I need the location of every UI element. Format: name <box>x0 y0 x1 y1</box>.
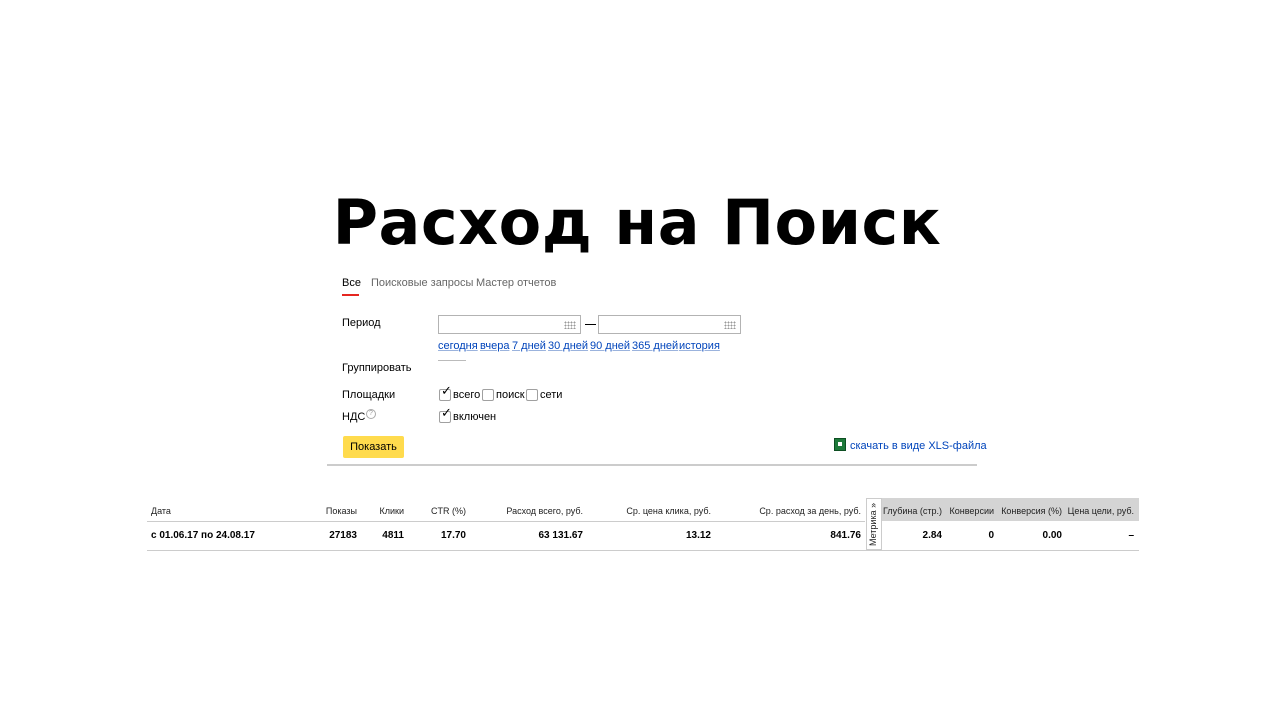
xls-download-label: скачать в виде XLS-файла <box>850 440 987 452</box>
cell-depth: 2.84 <box>922 530 942 541</box>
slide-title: Расход на Поиск <box>332 186 942 259</box>
period-to-input[interactable] <box>598 315 741 334</box>
cell-avg-daily: 841.76 <box>830 530 861 541</box>
table-header-divider <box>147 521 865 522</box>
active-tab-indicator <box>342 294 359 296</box>
col-header-ctr[interactable]: CTR (%) <box>410 506 466 516</box>
xls-download-link[interactable]: скачать в виде XLS-файла <box>834 438 987 452</box>
tab-all[interactable]: Все <box>342 277 361 289</box>
tab-report-wizard[interactable]: Мастер отчетов <box>476 277 556 289</box>
checkmark-icon: ✓ <box>441 384 452 399</box>
checkbox-search-label: поиск <box>496 389 525 401</box>
cell-impressions: 27183 <box>329 530 357 541</box>
cell-ctr: 17.70 <box>440 530 466 541</box>
col-header-clicks[interactable]: Клики <box>360 506 405 516</box>
preset-history[interactable]: история <box>679 340 720 352</box>
preset-90-days[interactable]: 90 дней <box>590 340 630 352</box>
preset-365-days[interactable]: 365 дней <box>632 340 678 352</box>
platforms-label: Площадки <box>342 389 396 401</box>
period-dash <box>585 324 596 325</box>
checkbox-all[interactable]: ✓ <box>439 385 452 401</box>
help-icon[interactable]: ? <box>366 409 376 419</box>
tab-search-queries[interactable]: Поисковые запросы <box>371 277 473 289</box>
cell-clicks: 4811 <box>382 530 404 541</box>
preset-7-days[interactable]: 7 дней <box>512 340 546 352</box>
col-header-conversions[interactable]: Конверсии <box>946 506 994 516</box>
col-header-cost-total[interactable]: Расход всего, руб. <box>480 506 583 516</box>
show-button[interactable]: Показать <box>343 436 404 458</box>
calendar-icon[interactable] <box>724 321 736 329</box>
col-header-avg-daily[interactable]: Ср. расход за день, руб. <box>730 506 861 516</box>
col-header-date[interactable]: Дата <box>151 506 171 516</box>
cell-conversion-rate: 0.00 <box>1042 530 1062 541</box>
group-label: Группировать <box>342 362 412 374</box>
checkbox-networks[interactable] <box>526 389 538 401</box>
cell-date: с 01.06.17 по 24.08.17 <box>151 530 255 541</box>
cell-goal-cost: – <box>1128 530 1134 541</box>
cell-avg-cpc: 13.12 <box>685 530 711 541</box>
cell-cost-total: 63 131.67 <box>538 530 584 541</box>
col-header-avg-cpc[interactable]: Ср. цена клика, руб. <box>600 506 711 516</box>
checkmark-icon: ✓ <box>441 406 452 421</box>
period-label: Период <box>342 317 381 329</box>
metrika-toggle-label: Метрика » <box>868 502 878 546</box>
col-header-conversion-rate[interactable]: Конверсия (%) <box>998 506 1062 516</box>
vat-label: НДС <box>342 411 366 423</box>
checkbox-vat-label: включен <box>453 411 497 423</box>
checkbox-search[interactable] <box>482 389 494 401</box>
form-divider <box>327 464 977 466</box>
preset-yesterday[interactable]: вчера <box>480 340 509 352</box>
col-header-goal-cost[interactable]: Цена цели, руб. <box>1066 506 1134 516</box>
col-header-depth[interactable]: Глубина (стр.) <box>882 506 942 516</box>
checkbox-all-label: всего <box>453 389 481 401</box>
period-from-input[interactable] <box>438 315 581 334</box>
group-select[interactable] <box>438 360 466 361</box>
checkbox-networks-label: сети <box>540 389 563 401</box>
table-bottom-divider <box>147 550 1139 551</box>
excel-icon <box>834 438 846 451</box>
preset-30-days[interactable]: 30 дней <box>548 340 588 352</box>
cell-conversions: 0 <box>988 530 994 541</box>
checkbox-vat[interactable]: ✓ <box>439 407 452 423</box>
calendar-icon[interactable] <box>564 321 576 329</box>
col-header-impressions[interactable]: Показы <box>300 506 357 516</box>
preset-today[interactable]: сегодня <box>438 340 478 352</box>
